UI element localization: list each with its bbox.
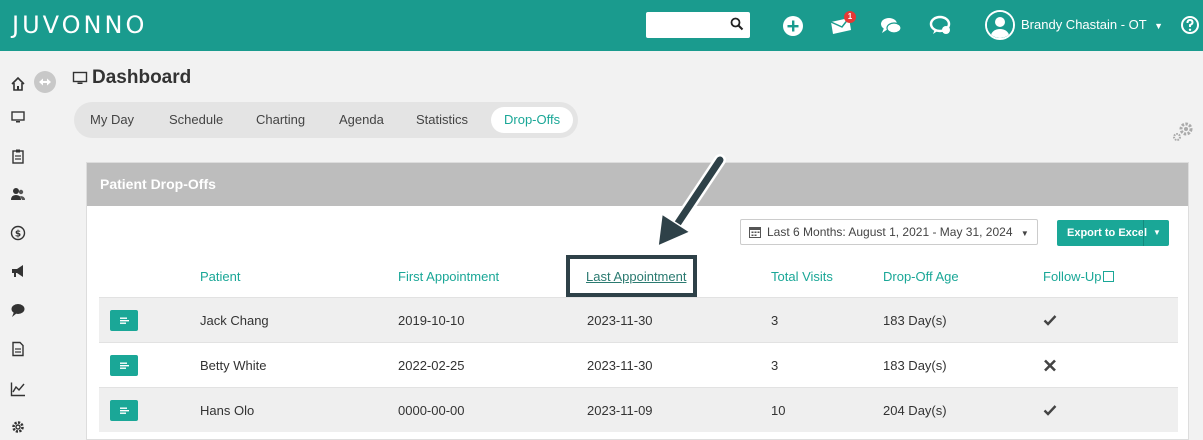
export-label: Export to Excel [1067,227,1148,239]
total-visits: 3 [771,358,779,373]
column-header-total-visits[interactable]: Total Visits [771,269,833,284]
follow-up-select-all-checkbox[interactable] [1102,271,1114,282]
panel-title: Patient Drop-Offs [87,163,1188,206]
list-icon [120,362,129,369]
monitor-icon[interactable] [10,109,26,125]
top-bar: JUVONNO 1 Brandy Chastain - OT ▼ [0,0,1203,51]
column-header-first-appointment[interactable]: First Appointment [398,269,499,284]
tab-charting[interactable]: Charting [256,112,305,127]
user-menu[interactable]: Brandy Chastain - OT ▼ [1021,17,1163,32]
list-icon [120,407,129,414]
notification-badge: 1 [844,11,856,23]
export-dropdown-toggle[interactable]: ▼ [1143,220,1169,246]
table-row: Betty White 2022-02-25 2023-11-30 3 183 … [99,342,1178,387]
help-icon[interactable] [1180,15,1200,35]
total-visits: 10 [771,403,786,418]
first-appointment: 2022-02-25 [398,358,465,373]
home-icon[interactable] [10,76,26,92]
sidebar-collapse-button[interactable] [34,71,56,93]
search-input[interactable] [646,12,750,38]
tab-drop-offs[interactable]: Drop-Offs [491,107,574,133]
last-appointment: 2023-11-30 [587,358,653,373]
chat-icon[interactable] [10,302,26,318]
app-logo[interactable]: JUVONNO [12,11,147,39]
patient-name[interactable]: Hans Olo [200,403,254,418]
tab-agenda[interactable]: Agenda [339,112,384,127]
first-appointment: 2019-10-10 [398,313,465,328]
drop-off-age: 183 Day(s) [883,358,947,373]
total-visits: 3 [771,313,779,328]
gear-icon[interactable] [10,419,26,435]
drop-off-age: 204 Day(s) [883,403,947,418]
row-details-button[interactable] [110,400,138,421]
svg-text:$: $ [15,230,21,240]
date-range-select[interactable]: Last 6 Months: August 1, 2021 - May 31, … [740,219,1038,245]
users-icon[interactable] [10,186,26,202]
megaphone-icon[interactable] [10,263,26,279]
tab-my-day[interactable]: My Day [90,112,134,127]
check-icon[interactable] [1043,404,1057,416]
chart-icon[interactable] [10,381,26,397]
chevron-down-icon: ▼ [1020,229,1029,238]
dollar-icon[interactable]: $ [10,225,26,241]
column-header-patient[interactable]: Patient [200,269,240,284]
table-row: Hans Olo 0000-00-00 2023-11-09 10 204 Da… [99,387,1178,432]
plus-circle-icon[interactable] [780,13,806,39]
patient-name[interactable]: Betty White [200,358,266,373]
chat-bubbles-icon[interactable] [878,13,904,39]
user-avatar-icon[interactable] [985,10,1015,40]
export-to-excel-button[interactable]: Export to Excel ▼ [1057,220,1169,246]
chevron-down-icon: ▼ [1154,21,1164,31]
clipboard-icon[interactable] [10,148,26,164]
chevron-down-icon: ▼ [1153,228,1161,237]
last-appointment: 2023-11-09 [587,403,653,418]
date-range-value: Last 6 Months: August 1, 2021 - May 31, … [767,225,1013,239]
sidebar: $ [0,51,36,440]
tab-statistics[interactable]: Statistics [416,112,468,127]
page-title: Dashboard [92,67,192,88]
last-appointment: 2023-11-30 [587,313,653,328]
settings-gears-icon[interactable] [1170,120,1196,144]
patient-drop-offs-panel: Patient Drop-Offs Last 6 Months: August … [86,162,1189,440]
search-icon[interactable] [730,17,744,31]
tab-schedule[interactable]: Schedule [169,112,223,127]
calendar-icon [749,227,761,238]
dashboard-tabs: My Day Schedule Charting Agenda Statisti… [74,102,578,138]
follow-up-label: Follow-Up [1043,269,1102,284]
first-appointment: 0000-00-00 [398,403,465,418]
cross-icon[interactable] [1043,359,1057,372]
user-name: Brandy Chastain - OT [1021,17,1147,32]
feedback-icon[interactable] [928,13,954,39]
column-header-follow-up[interactable]: Follow-Up [1043,269,1114,284]
monitor-icon [72,71,88,84]
list-icon [120,317,129,324]
table-row: Jack Chang 2019-10-10 2023-11-30 3 183 D… [99,297,1178,342]
column-header-drop-off-age[interactable]: Drop-Off Age [883,269,959,284]
drop-off-age: 183 Day(s) [883,313,947,328]
arrows-horizontal-icon [39,78,51,86]
check-icon[interactable] [1043,314,1057,326]
document-icon[interactable] [10,341,26,357]
row-details-button[interactable] [110,310,138,331]
row-details-button[interactable] [110,355,138,376]
patient-name[interactable]: Jack Chang [200,313,269,328]
annotation-highlight-box [566,255,697,297]
